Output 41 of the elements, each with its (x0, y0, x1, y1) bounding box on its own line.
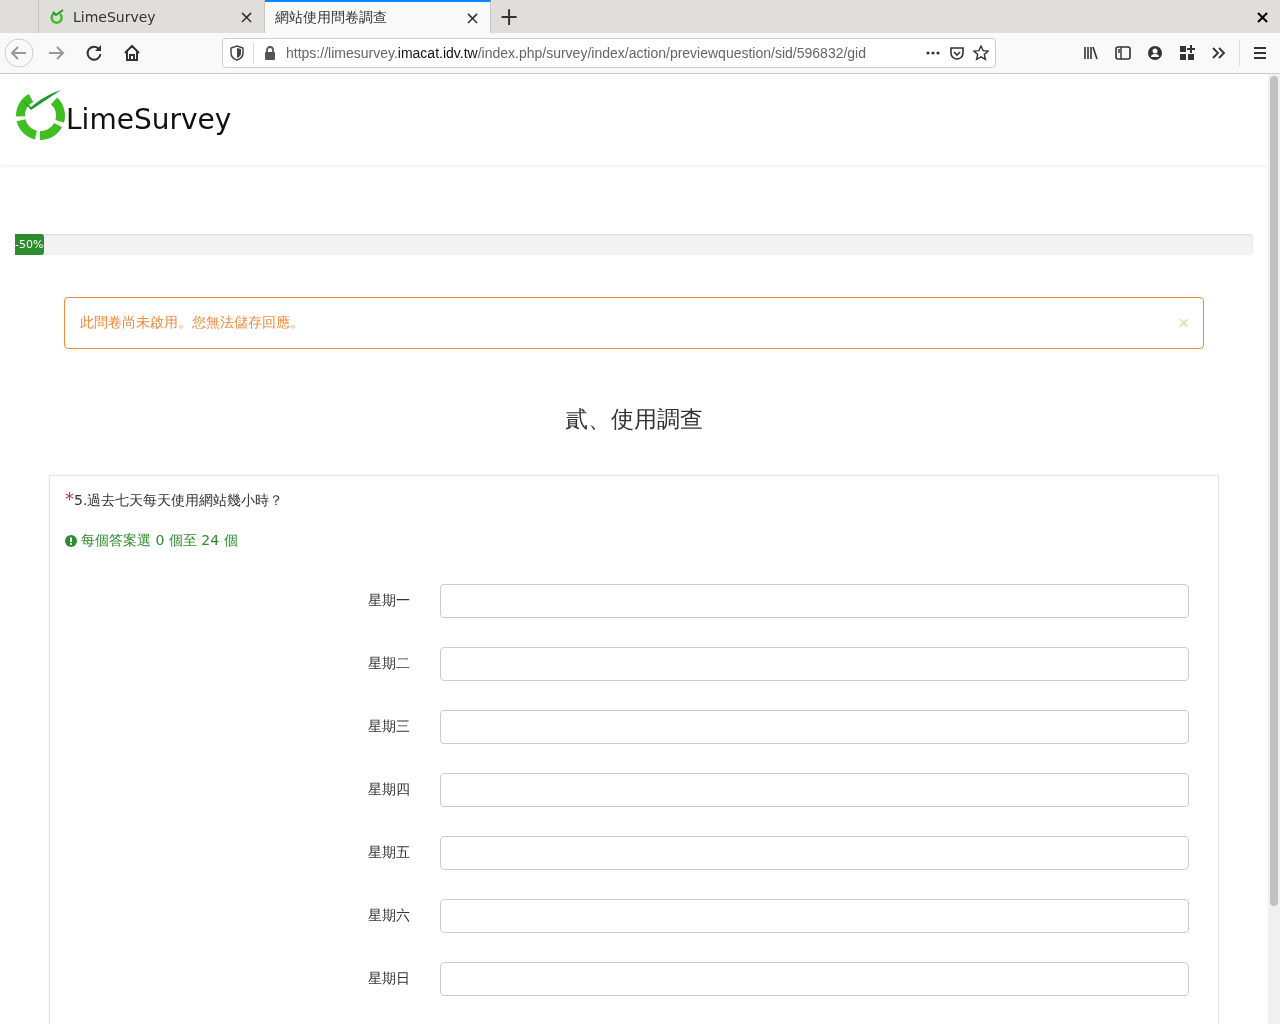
shield-icon[interactable] (229, 45, 245, 61)
sidebar-icon[interactable] (1113, 43, 1133, 63)
url-text[interactable]: https://limesurvey.imacat.idv.tw/index.php/survey/index/action/previewquestion/sid/596832/gid (286, 45, 917, 61)
favicon-icon (49, 8, 65, 25)
alert-text: 此問卷尚未啟用。您無法儲存回應。 (80, 314, 304, 332)
input-field[interactable] (440, 773, 1189, 807)
scrollbar[interactable] (1268, 74, 1280, 1024)
question-text: 5.過去七天每天使用網站幾小時？ (74, 492, 284, 508)
back-icon[interactable] (4, 38, 34, 68)
row-label: 星期五 (367, 844, 411, 862)
close-tab-button[interactable]: × (464, 7, 480, 28)
hint-text: 每個答案選 0 個至 24 個 (81, 532, 238, 550)
row-label: 星期六 (367, 907, 411, 925)
row-label: 星期一 (367, 592, 411, 610)
new-tab-button[interactable]: + (491, 0, 528, 33)
input-field[interactable] (440, 836, 1189, 870)
window-close-button[interactable]: × (1244, 0, 1280, 33)
progress-label: -50% (15, 234, 45, 255)
extensions-icon[interactable] (1177, 43, 1197, 63)
account-icon[interactable] (1145, 43, 1165, 63)
star-icon[interactable] (973, 45, 989, 61)
home-icon[interactable] (122, 43, 142, 63)
row-label: 星期四 (367, 781, 411, 799)
required-mark: * (65, 488, 74, 509)
row-label: 星期日 (367, 970, 411, 988)
input-field[interactable] (440, 647, 1189, 681)
close-tab-button[interactable]: × (238, 6, 254, 27)
browser-tab[interactable]: 網站使用問卷調查 × (265, 0, 491, 33)
group-title: 貳、使用調查 (564, 405, 704, 434)
row-label: 星期三 (367, 718, 411, 736)
input-field[interactable] (440, 584, 1189, 618)
address-bar[interactable]: https://limesurvey.imacat.idv.tw/index.php/survey/index/action/previewquestion/sid/596832/gid (222, 38, 996, 68)
input-field[interactable] (440, 710, 1189, 744)
lock-icon (262, 45, 278, 61)
row-label: 星期二 (367, 655, 411, 673)
input-field[interactable] (440, 899, 1189, 933)
logo-text: LimeSurvey (66, 103, 232, 136)
input-field[interactable] (440, 962, 1189, 996)
pocket-icon[interactable] (949, 45, 965, 61)
reload-icon[interactable] (84, 43, 104, 63)
exclamation-icon (65, 535, 77, 547)
